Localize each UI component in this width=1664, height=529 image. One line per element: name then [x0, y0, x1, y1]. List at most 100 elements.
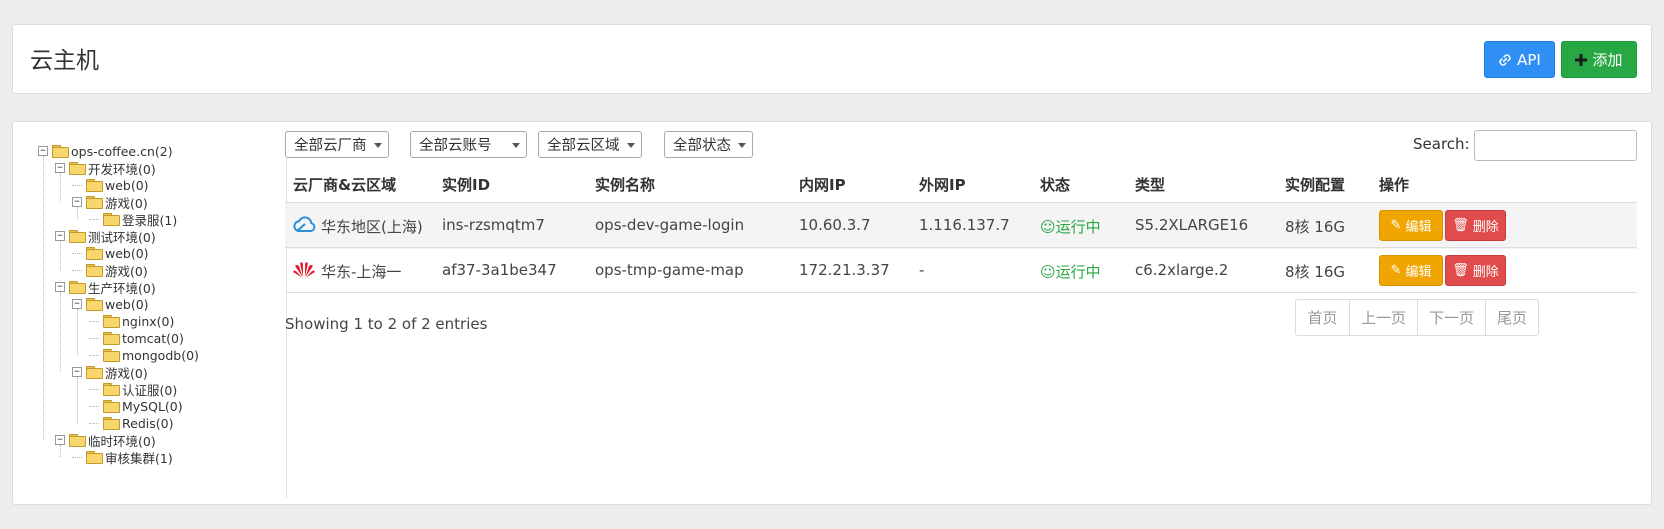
- api-button[interactable]: API: [1484, 41, 1555, 78]
- caret-down-icon: [374, 143, 382, 148]
- folder-icon: [86, 366, 103, 379]
- status-filter[interactable]: 全部状态: [664, 131, 753, 158]
- col-header-provider[interactable]: 云厂商&云区域: [293, 174, 396, 195]
- tree-connector: [89, 337, 99, 339]
- tree-node-label: Redis(0): [122, 415, 174, 431]
- folder-icon: [103, 213, 120, 226]
- cell-public-ip: 1.116.137.7: [919, 216, 1010, 234]
- entries-info: Showing 1 to 2 of 2 entries: [285, 315, 488, 333]
- col-header-type[interactable]: 类型: [1135, 174, 1165, 195]
- tree-node[interactable]: − 测试环境(0): [55, 227, 156, 245]
- tree-node[interactable]: web(0): [72, 244, 149, 262]
- collapse-icon[interactable]: −: [72, 367, 82, 377]
- col-header-actions: 操作: [1379, 176, 1410, 194]
- tree-connector: [72, 269, 82, 271]
- account-filter-label: 全部云账号: [419, 138, 492, 154]
- col-header-config[interactable]: 实例配置: [1285, 174, 1345, 195]
- tree-guide-line: [60, 292, 61, 372]
- pager-next[interactable]: 下一页: [1418, 300, 1486, 335]
- tree-node-label: 测试环境(0): [88, 229, 156, 245]
- region-filter[interactable]: 全部云区域: [538, 131, 642, 158]
- folder-icon: [103, 400, 120, 413]
- edit-button[interactable]: ✎ 编辑: [1379, 210, 1443, 241]
- tree-node[interactable]: nginx(0): [89, 312, 174, 330]
- status-filter-label: 全部状态: [673, 138, 731, 154]
- delete-button[interactable]: 🗑 删除: [1445, 210, 1506, 241]
- tree-guide-line: [77, 309, 78, 355]
- tree-node-label: 认证服(0): [122, 382, 178, 398]
- tree-node[interactable]: MySQL(0): [89, 397, 183, 415]
- tree-node[interactable]: 审核集群(1): [72, 448, 173, 466]
- col-header-instance-name[interactable]: 实例名称: [595, 174, 655, 195]
- folder-icon: [86, 179, 103, 192]
- page-title: 云主机: [30, 48, 99, 74]
- plus-icon: [1575, 53, 1588, 66]
- folder-icon: [86, 451, 103, 464]
- cell-public-ip: -: [919, 261, 925, 279]
- tree-connector: [72, 252, 82, 254]
- tree-connector: [89, 354, 99, 356]
- region-filter-label: 全部云区域: [547, 138, 620, 154]
- collapse-icon[interactable]: −: [55, 163, 65, 173]
- edit-button[interactable]: ✎ 编辑: [1379, 255, 1443, 286]
- tree-node[interactable]: − 临时环境(0): [55, 431, 156, 449]
- tree-guide-line: [60, 173, 61, 202]
- pager-last[interactable]: 尾页: [1486, 300, 1538, 335]
- pager-prev[interactable]: 上一页: [1350, 300, 1418, 335]
- status-text: 运行中: [1055, 263, 1101, 281]
- tree-connector: [89, 405, 99, 407]
- tree-node[interactable]: − 开发环境(0): [55, 159, 156, 177]
- folder-icon: [103, 383, 120, 396]
- tree-node[interactable]: tomcat(0): [89, 329, 184, 347]
- tencent-cloud-icon: [293, 216, 316, 232]
- table-row: 华东-上海一 af37-3a1be347 ops-tmp-game-map 17…: [285, 247, 1637, 294]
- tree-node[interactable]: − web(0): [72, 295, 149, 313]
- cell-region: 华东地区(上海): [321, 218, 423, 236]
- cell-config: 8核 16G: [1285, 263, 1346, 281]
- folder-icon: [86, 298, 103, 311]
- trash-icon: 🗑: [1452, 263, 1469, 278]
- collapse-icon[interactable]: −: [38, 146, 48, 156]
- api-button-label: API: [1517, 50, 1541, 69]
- collapse-icon[interactable]: −: [55, 231, 65, 241]
- tree-node[interactable]: − ops-coffee.cn(2): [38, 142, 173, 160]
- tree-node[interactable]: web(0): [72, 176, 149, 194]
- delete-label: 删除: [1472, 220, 1499, 235]
- search-input[interactable]: [1474, 130, 1637, 161]
- edit-label: 编辑: [1405, 220, 1432, 235]
- main-panel: − ops-coffee.cn(2) − 开发环境(0) web(0) − 游戏(0) 登录服…: [12, 121, 1652, 505]
- tree-node[interactable]: mongodb(0): [89, 346, 199, 364]
- folder-icon: [103, 417, 120, 430]
- account-filter[interactable]: 全部云账号: [410, 131, 527, 158]
- cell-config: 8核 16G: [1285, 218, 1346, 236]
- delete-button[interactable]: 🗑 删除: [1445, 255, 1506, 286]
- tree-node-label: nginx(0): [122, 313, 175, 329]
- tree-node[interactable]: − 游戏(0): [72, 363, 148, 381]
- tree-guide-line: [43, 156, 44, 440]
- collapse-icon[interactable]: −: [55, 435, 65, 445]
- tree-node-label: ops-coffee.cn(2): [71, 143, 173, 159]
- cell-type: S5.2XLARGE16: [1135, 216, 1249, 234]
- tree-node[interactable]: 登录服(1): [89, 210, 177, 228]
- collapse-icon[interactable]: −: [55, 282, 65, 292]
- col-header-instance-id[interactable]: 实例ID: [442, 174, 490, 195]
- tree-guide-line: [60, 241, 61, 270]
- tree-node[interactable]: Redis(0): [89, 414, 173, 432]
- tree-node-label: tomcat(0): [122, 330, 184, 346]
- folder-icon: [103, 315, 120, 328]
- col-header-public-ip[interactable]: 外网IP: [919, 174, 966, 195]
- tree-node[interactable]: − 游戏(0): [72, 193, 148, 211]
- col-header-status[interactable]: 状态: [1040, 174, 1070, 195]
- collapse-icon[interactable]: −: [72, 299, 82, 309]
- tree-node[interactable]: 游戏(0): [72, 261, 148, 279]
- add-button[interactable]: 添加: [1561, 41, 1637, 78]
- provider-filter[interactable]: 全部云厂商: [285, 131, 389, 158]
- folder-icon: [86, 247, 103, 260]
- tree-node[interactable]: 认证服(0): [89, 380, 177, 398]
- collapse-icon[interactable]: −: [72, 197, 82, 207]
- col-header-private-ip[interactable]: 内网IP: [799, 174, 846, 195]
- cell-instance-id: ins-rzsmqtm7: [442, 216, 545, 234]
- cell-type: c6.2xlarge.2: [1135, 261, 1229, 279]
- pager-first[interactable]: 首页: [1296, 300, 1350, 335]
- tree-node[interactable]: − 生产环境(0): [55, 278, 156, 296]
